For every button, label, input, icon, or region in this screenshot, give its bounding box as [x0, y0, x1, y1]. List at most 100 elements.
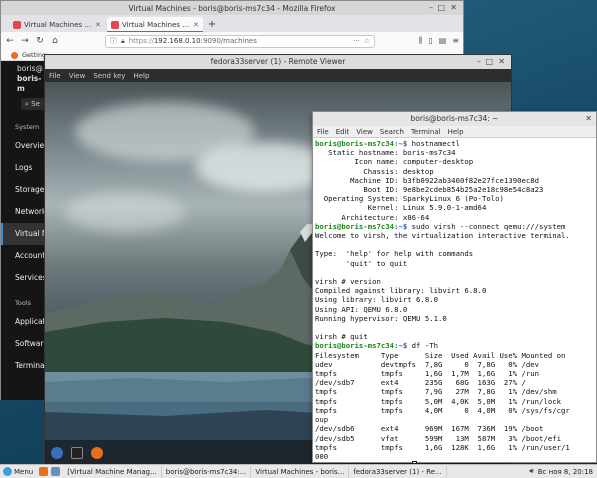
command-line: hostnamectl	[411, 139, 460, 148]
clock[interactable]: Вс ноя 8, 20:18	[538, 468, 593, 476]
text-cursor	[411, 461, 417, 463]
start-menu-button[interactable]: Menu	[0, 467, 36, 476]
host-user: boris@	[17, 64, 43, 73]
menu-view[interactable]: View	[69, 72, 86, 80]
task-terminal[interactable]: boris@boris-ms7c34:...	[162, 465, 252, 478]
firefox-navbar: ← → ↻ ⌂ ⓘ 🔒︎ https://192.168.0.10:9090/m…	[1, 32, 463, 50]
sidebar-item-services[interactable]: Services	[1, 267, 45, 289]
nav-list: Overview Logs Storage Networking Virtual…	[1, 135, 45, 289]
sidebar-item-networking[interactable]: Networking	[1, 201, 45, 223]
hamburger-menu-icon[interactable]: ≡	[452, 36, 459, 46]
sidebar-icon[interactable]: ▯	[428, 36, 432, 46]
cockpit-sidebar: boris@ boris-m ⌕ Se System Overview Logs…	[1, 61, 45, 400]
menu-edit[interactable]: Edit	[336, 128, 350, 136]
back-icon[interactable]: ←	[5, 36, 15, 46]
site-info-icon[interactable]: ⓘ	[110, 36, 117, 46]
task-firefox[interactable]: Virtual Machines - boris...	[251, 465, 350, 478]
menu-terminal[interactable]: Terminal	[411, 128, 441, 136]
cockpit-host[interactable]: boris@ boris-m	[1, 61, 45, 94]
prompt-path: :~$	[394, 139, 412, 148]
tools-list: Applications Software Updates Terminal	[1, 311, 45, 377]
cockpit-favicon-icon	[111, 20, 119, 29]
firefox-tabbar: Virtual Machines - boris@ ✕ Virtual Mach…	[1, 15, 463, 32]
sidebar-item-logs[interactable]: Logs	[1, 157, 45, 179]
sparky-logo-icon	[3, 467, 12, 476]
start-menu-label: Menu	[14, 467, 34, 476]
firefox-titlebar[interactable]: Virtual Machines - boris@boris-ms7c34 - …	[1, 1, 463, 15]
firefox-bookmark-icon	[11, 51, 18, 59]
menu-file[interactable]: File	[49, 72, 61, 80]
command-line: df -Th	[411, 341, 439, 351]
url-path: :9090/machines	[200, 37, 257, 45]
prompt-user: boris@boris-ms7c34	[315, 461, 394, 463]
sidebar-item-software-updates[interactable]: Software Updates	[1, 333, 45, 355]
sidebar-item-terminal[interactable]: Terminal	[1, 355, 45, 377]
new-tab-button[interactable]: +	[205, 17, 219, 32]
tab-label: Virtual Machines - boris@	[122, 20, 190, 29]
remote-viewer-titlebar[interactable]: fedora33server (1) - Remote Viewer – □ ✕	[45, 55, 511, 69]
remote-viewer-menubar: File View Send key Help	[45, 69, 511, 82]
task-remote-viewer[interactable]: fedora33server (1) - Re...	[349, 465, 447, 478]
close-icon[interactable]: ✕	[585, 112, 592, 126]
sidebar-item-applications[interactable]: Applications	[1, 311, 45, 333]
search-placeholder: Se	[31, 100, 40, 108]
menu-help[interactable]: Help	[448, 128, 464, 136]
terminal-titlebar[interactable]: boris@boris-ms7c34: ~ ✕	[313, 112, 596, 126]
prompt-user: boris@boris-ms7c34	[315, 221, 395, 231]
host-name: boris-m	[17, 74, 42, 93]
close-icon[interactable]: ✕	[450, 3, 457, 12]
minimize-icon[interactable]: –	[477, 55, 481, 69]
task-virtual-machine-manager[interactable]: [Virtual Machine Manag...	[63, 465, 162, 478]
reader-icon[interactable]: ▤	[439, 36, 447, 46]
fedora-icon[interactable]	[51, 447, 63, 459]
terminal-title: boris@boris-ms7c34: ~	[410, 114, 499, 123]
file-manager-launcher-icon[interactable]	[51, 467, 61, 476]
url-bar[interactable]: ⓘ 🔒︎ https://192.168.0.10:9090/machines …	[105, 34, 375, 48]
bookmark-getting-started[interactable]: Getting	[22, 51, 46, 59]
lock-icon[interactable]: 🔒︎	[121, 37, 125, 46]
search-input[interactable]: ⌕ Se	[21, 98, 45, 110]
tab-close-icon[interactable]: ✕	[95, 21, 101, 29]
tab-label: Virtual Machines - boris@	[24, 20, 92, 29]
system-tray: 🔊︎ Вс ноя 8, 20:18	[529, 467, 597, 476]
tab-close-icon[interactable]: ✕	[193, 21, 199, 29]
url-host: 192.168.0.10	[153, 37, 201, 45]
minimize-icon[interactable]: –	[429, 3, 433, 12]
sidebar-item-accounts[interactable]: Accounts	[1, 245, 45, 267]
menu-view[interactable]: View	[356, 128, 373, 136]
command-line: sudo virsh --connect qemu:///system	[411, 221, 566, 231]
guest-firefox-icon[interactable]	[91, 447, 103, 459]
terminal-output[interactable]: boris@boris-ms7c34:~$ hostnamectl Static…	[313, 138, 596, 463]
library-icon[interactable]: ⫼	[419, 36, 423, 46]
page-actions-icon[interactable]: ···	[353, 37, 360, 45]
menu-help[interactable]: Help	[133, 72, 149, 80]
menu-send-key[interactable]: Send key	[93, 72, 125, 80]
section-tools: Tools	[15, 299, 32, 307]
prompt-user: boris@boris-ms7c34	[315, 139, 395, 148]
menu-file[interactable]: File	[317, 128, 329, 136]
df-output: Filesystem Type Size Used Avail Use% Mou…	[315, 350, 570, 461]
menu-search[interactable]: Search	[380, 128, 404, 136]
reload-icon[interactable]: ↻	[35, 36, 45, 46]
maximize-icon[interactable]: □	[485, 55, 493, 69]
tab-virtual-machines-1[interactable]: Virtual Machines - boris@ ✕	[9, 17, 105, 32]
cockpit-favicon-icon	[13, 20, 21, 29]
forward-icon[interactable]: →	[20, 36, 30, 46]
firefox-window-title: Virtual Machines - boris@boris-ms7c34 - …	[128, 3, 336, 13]
firefox-launcher-icon[interactable]	[39, 467, 49, 476]
guest-terminal-icon[interactable]	[71, 447, 83, 459]
prompt-path: :~$	[394, 221, 412, 231]
close-icon[interactable]: ✕	[498, 55, 505, 69]
sidebar-item-virtual-machines[interactable]: Virtual Machines	[1, 223, 45, 245]
prompt-path: :~$	[394, 341, 412, 351]
prompt-user: boris@boris-ms7c34	[315, 341, 395, 351]
sidebar-item-overview[interactable]: Overview	[1, 135, 45, 157]
sidebar-item-storage[interactable]: Storage	[1, 179, 45, 201]
quick-launch	[36, 467, 63, 476]
maximize-icon[interactable]: □	[437, 3, 445, 12]
hostnamectl-output: Static hostname: boris-ms7c34 Icon name:…	[323, 148, 544, 222]
home-icon[interactable]: ⌂	[50, 36, 60, 46]
tab-virtual-machines-2[interactable]: Virtual Machines - boris@ ✕	[107, 17, 203, 32]
volume-icon[interactable]: 🔊︎	[529, 467, 533, 476]
bookmark-star-icon[interactable]: ☆	[364, 37, 370, 45]
